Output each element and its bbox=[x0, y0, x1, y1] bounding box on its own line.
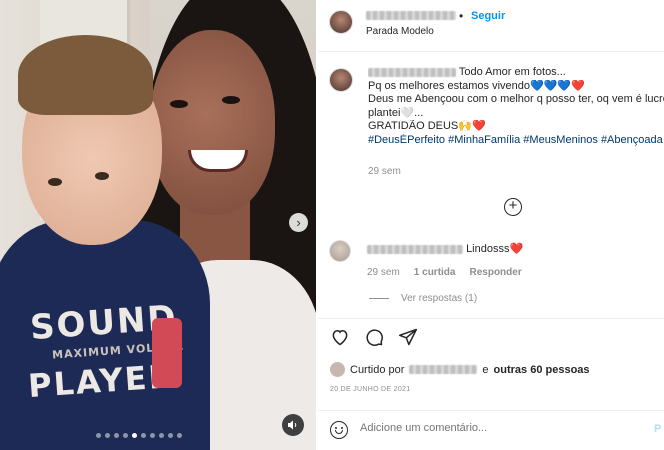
separator-dot: • bbox=[459, 9, 464, 23]
caption-line: Pq os melhores estamos vivendo💙💙💙❤️ bbox=[368, 80, 664, 94]
comment-meta: 29 sem 1 curtida Responder bbox=[367, 267, 522, 278]
comment-input[interactable] bbox=[360, 422, 640, 434]
location-link[interactable]: Parada Modelo bbox=[366, 26, 434, 37]
likes-prefix: Curtido por bbox=[350, 363, 405, 376]
avatar[interactable] bbox=[330, 362, 345, 377]
carousel-dot bbox=[168, 433, 173, 438]
shirt-badge bbox=[152, 318, 182, 388]
carousel-dot bbox=[114, 433, 119, 438]
carousel-dot bbox=[105, 433, 110, 438]
publish-button[interactable]: P bbox=[654, 423, 661, 435]
emoji-mouth bbox=[335, 430, 343, 434]
username-blurred[interactable] bbox=[368, 67, 456, 77]
avatar[interactable] bbox=[329, 68, 353, 92]
username-blurred[interactable] bbox=[366, 11, 456, 20]
heart-icon[interactable] bbox=[330, 327, 350, 347]
likes-summary: Curtido por e outras 60 pessoas bbox=[330, 362, 590, 377]
carousel-dot bbox=[177, 433, 182, 438]
follow-button[interactable]: Seguir bbox=[471, 10, 505, 22]
share-icon[interactable] bbox=[398, 327, 418, 347]
username-blurred[interactable] bbox=[367, 244, 463, 254]
carousel-dot bbox=[123, 433, 128, 438]
replies-line bbox=[369, 298, 389, 299]
woman-eye bbox=[222, 96, 240, 104]
view-replies-button[interactable]: Ver respostas (1) bbox=[369, 293, 477, 304]
carousel-dots bbox=[96, 433, 182, 438]
boy-eye bbox=[95, 172, 109, 180]
carousel-dot bbox=[159, 433, 164, 438]
caption-time[interactable]: 29 sem bbox=[368, 166, 401, 177]
woman-face bbox=[150, 30, 275, 215]
plus-circle-icon[interactable]: + bbox=[504, 198, 522, 216]
carousel-dot bbox=[96, 433, 101, 438]
carousel-dot-active bbox=[132, 433, 137, 438]
reply-button[interactable]: Responder bbox=[469, 267, 521, 278]
caption-line: Todo Amor em fotos... bbox=[368, 66, 664, 80]
view-replies-label[interactable]: Ver respostas (1) bbox=[401, 293, 477, 304]
divider bbox=[318, 318, 664, 319]
next-photo-button[interactable]: › bbox=[289, 213, 308, 232]
comment-icon[interactable] bbox=[364, 327, 384, 347]
caption-hashtags[interactable]: #DeusÉPerfeito #MinhaFamília #MeusMenino… bbox=[368, 134, 664, 148]
caption-line: Deus me Abençoou com o melhor q posso te… bbox=[368, 93, 664, 106]
carousel-dot bbox=[141, 433, 146, 438]
username-blurred[interactable] bbox=[409, 365, 478, 374]
red-heart: ❤️ bbox=[509, 243, 524, 255]
woman-eye bbox=[170, 100, 188, 108]
avatar[interactable] bbox=[329, 10, 353, 34]
comment-body: Lindosss bbox=[466, 243, 510, 255]
likes-others-link[interactable]: outras 60 pessoas bbox=[494, 364, 590, 376]
caption-line-text: Pq os melhores estamos vivendo bbox=[368, 79, 531, 92]
comment-text: Lindosss❤️ bbox=[367, 242, 523, 255]
comment-likes[interactable]: 1 curtida bbox=[414, 267, 456, 278]
emoji-icon[interactable] bbox=[330, 421, 348, 439]
likes-conjunction: e bbox=[482, 363, 489, 376]
speaker-icon[interactable] bbox=[282, 414, 304, 436]
caption-text: Todo Amor em fotos... Pq os melhores est… bbox=[368, 66, 664, 148]
caption-line: plantei🤍... bbox=[368, 106, 424, 119]
blue-hearts: 💙💙💙 bbox=[530, 79, 572, 92]
speaker-glyph bbox=[288, 420, 297, 430]
red-heart: ❤️ bbox=[471, 120, 486, 133]
carousel-dot bbox=[150, 433, 155, 438]
caption-line-text: GRATIDÃO DEUS🙌 bbox=[368, 120, 472, 133]
post-side-panel: • Seguir Parada Modelo Todo Amor em foto… bbox=[318, 0, 664, 450]
post-date[interactable]: 20 DE JUNHO DE 2021 bbox=[330, 386, 410, 393]
avatar[interactable] bbox=[329, 240, 351, 262]
action-bar bbox=[330, 327, 418, 347]
post-photo[interactable]: SOUND MAXIMUM VOLUME PLAYER › bbox=[0, 0, 316, 450]
boy-eye bbox=[48, 178, 62, 186]
caption-line: GRATIDÃO DEUS🙌❤️ bbox=[368, 120, 664, 134]
comment-bar: P bbox=[318, 410, 664, 450]
post-header: • Seguir Parada Modelo bbox=[318, 0, 664, 52]
boy-hair bbox=[18, 35, 153, 115]
caption-line-text: Todo Amor em fotos... bbox=[458, 66, 566, 78]
comment-time[interactable]: 29 sem bbox=[367, 267, 400, 278]
red-heart: ❤️ bbox=[571, 79, 585, 92]
